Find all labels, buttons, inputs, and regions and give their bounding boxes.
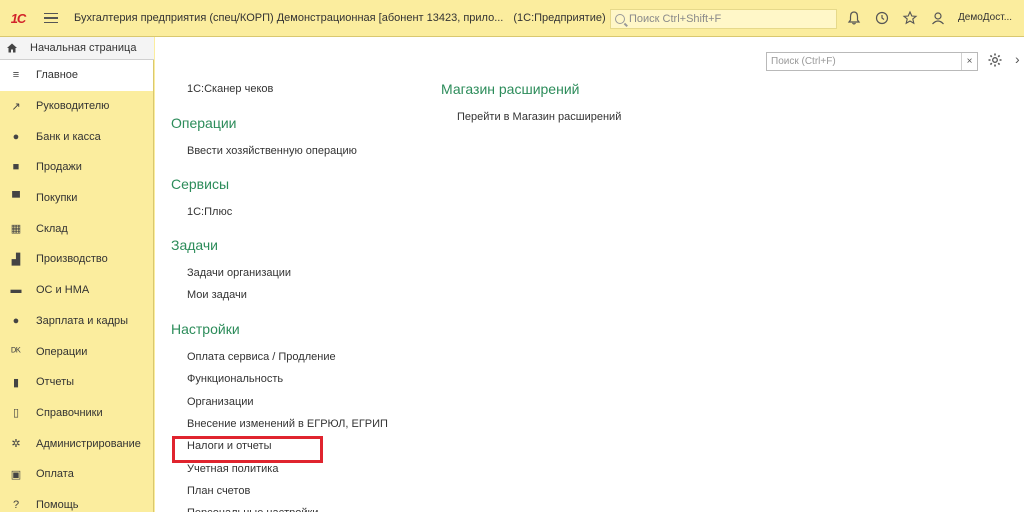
sidebar-item-label: Операции	[36, 345, 88, 358]
gear-icon: ✲	[11, 438, 21, 451]
sidebar-item[interactable]: ▮ Отчеты	[0, 367, 153, 398]
sidebar-item[interactable]: ■ Продажи	[0, 152, 153, 183]
app-title: Бухгалтерия предприятия (спец/КОРП) Демо…	[74, 12, 504, 24]
highlight-box	[172, 436, 323, 463]
sidebar-item-label: Производство	[36, 253, 108, 266]
dt-kt-icon: ᴰᴷ	[11, 345, 21, 358]
section-title: Магазин расширений	[441, 81, 580, 97]
menu-lines-icon: ≡	[12, 69, 20, 82]
bag-icon: ■	[12, 161, 20, 174]
sidebar-item[interactable]: ? Помощь	[0, 490, 153, 512]
home-icon	[7, 43, 17, 53]
settings-gear-icon[interactable]	[987, 52, 1003, 68]
sidebar-item[interactable]: ▦ Склад	[0, 213, 153, 244]
sidebar-item[interactable]: ▟ Производство	[0, 244, 153, 275]
menu-link[interactable]: План счетов	[187, 485, 250, 497]
warehouse-icon: ▦	[10, 223, 22, 236]
bar-chart-icon: ▮	[12, 376, 20, 389]
factory-icon: ▟	[11, 253, 21, 266]
sidebar-item[interactable]: ● Зарплата и кадры	[0, 306, 153, 337]
section-title: Операции	[171, 115, 237, 131]
coin-icon: ●	[12, 130, 20, 143]
sidebar-item-label: Продажи	[36, 161, 82, 174]
person-icon: ●	[12, 314, 20, 327]
truck-icon: ▬	[10, 284, 22, 297]
sidebar-item[interactable]: ✲ Администрирование	[0, 428, 153, 459]
app-subtitle: (1С:Предприятие)	[513, 12, 606, 24]
title-bar: 1С Бухгалтерия предприятия (спец/КОРП) Д…	[0, 0, 1024, 37]
books-icon: ▯	[12, 407, 20, 420]
panel-search-placeholder: Поиск (Ctrl+F)	[771, 56, 836, 67]
user-name[interactable]: ДемоДост...	[958, 12, 1012, 23]
menu-link[interactable]: Ввести хозяйственную операцию	[187, 145, 357, 157]
sidebar-item-label: Помощь	[36, 498, 79, 511]
menu-link[interactable]: Перейти в Магазин расширений	[457, 111, 621, 123]
sidebar: Начальная страница ≡ Главное ↗ Руководителю…	[0, 37, 154, 512]
1c-logo-icon: 1С	[10, 10, 27, 26]
menu-link[interactable]: Организации	[187, 396, 254, 408]
section-title: Сервисы	[171, 176, 230, 192]
sidebar-item-label: Склад	[36, 222, 68, 235]
sidebar-item[interactable]: ▣ Оплата	[0, 459, 153, 490]
menu-link[interactable]: 1С:Плюс	[187, 206, 232, 218]
user-icon[interactable]	[930, 10, 946, 26]
sidebar-item-label: Справочники	[36, 406, 103, 419]
sidebar-item[interactable]: ↗ Руководителю	[0, 91, 153, 122]
sidebar-item-label: Администрирование	[36, 437, 141, 450]
global-search-input[interactable]: Поиск Ctrl+Shift+F	[610, 9, 837, 29]
home-page-tab[interactable]: Начальная страница	[0, 37, 154, 60]
section-title: Задачи	[171, 237, 219, 253]
chevron-right-icon[interactable]: ›	[1015, 51, 1020, 67]
section-title: Настройки	[171, 321, 240, 337]
sidebar-item-label: ОС и НМА	[36, 284, 90, 297]
sidebar-item-label: Покупки	[36, 192, 78, 205]
search-icon	[615, 14, 625, 24]
sidebar-item[interactable]: ᴰᴷ Операции	[0, 336, 153, 367]
sidebar-item-label: Оплата	[36, 468, 74, 481]
menu-link[interactable]: Внесение изменений в ЕГРЮЛ, ЕГРИП	[187, 418, 388, 430]
menu-link[interactable]: Учетная политика	[187, 463, 278, 475]
sidebar-item-label: Руководителю	[36, 100, 110, 113]
bell-icon[interactable]	[846, 10, 862, 26]
sidebar-item-label: Главное	[36, 69, 79, 82]
panel-search-input[interactable]: Поиск (Ctrl+F) ×	[766, 52, 978, 71]
sidebar-item-label: Отчеты	[36, 376, 75, 389]
sidebar-item[interactable]: ▀ Покупки	[0, 183, 153, 214]
main-menu-icon[interactable]	[44, 12, 58, 24]
star-icon[interactable]	[902, 10, 918, 26]
sidebar-item[interactable]: ▯ Справочники	[0, 398, 153, 429]
home-page-label: Начальная страница	[30, 42, 137, 54]
sidebar-item[interactable]: ▬ ОС и НМА	[0, 275, 153, 306]
menu-link[interactable]: Оплата сервиса / Продление	[187, 351, 336, 363]
menu-link[interactable]: Персональные настройки	[187, 507, 318, 512]
trend-icon: ↗	[11, 100, 21, 113]
sidebar-item-label: Банк и касса	[36, 130, 101, 143]
payment-icon: ▣	[10, 468, 22, 481]
menu-link[interactable]: 1С:Сканер чеков	[187, 83, 273, 95]
clear-search-button[interactable]: ×	[961, 53, 977, 70]
cart-icon: ▀	[12, 192, 20, 205]
menu-link[interactable]: Задачи организации	[187, 267, 291, 279]
sidebar-item[interactable]: ● Банк и касса	[0, 121, 153, 152]
menu-link[interactable]: Мои задачи	[187, 289, 247, 301]
sidebar-item[interactable]: ≡ Главное	[0, 60, 153, 91]
sidebar-item-label: Зарплата и кадры	[36, 314, 129, 327]
history-icon[interactable]	[874, 10, 890, 26]
question-icon: ?	[12, 498, 20, 511]
global-search-placeholder: Поиск Ctrl+Shift+F	[629, 13, 722, 25]
menu-link[interactable]: Функциональность	[187, 373, 283, 385]
